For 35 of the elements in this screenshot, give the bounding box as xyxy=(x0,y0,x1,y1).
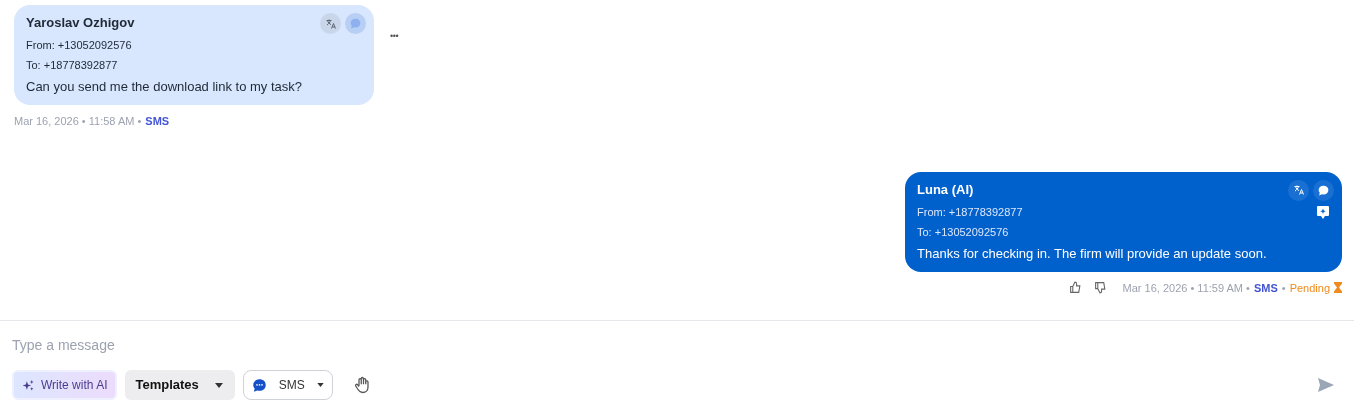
thumbs-up-icon[interactable] xyxy=(1068,281,1082,295)
caret-icon xyxy=(316,383,324,387)
chat-button[interactable] xyxy=(1313,179,1334,201)
message-input[interactable]: Type a message xyxy=(12,333,1342,357)
thumbs-down-icon[interactable] xyxy=(1093,281,1107,295)
chat-bubble-icon xyxy=(1317,183,1330,197)
sender-name: Yaroslav Ozhigov xyxy=(26,14,135,32)
chat-bubble-icon xyxy=(349,17,362,30)
status-label: Pending xyxy=(1289,280,1330,296)
timestamp: Mar 16, 2026 • 11:59 AM • xyxy=(1122,280,1250,296)
message-text: Can you send me the download link to my task? xyxy=(26,78,303,96)
from-number: From: +18778392877 xyxy=(917,204,1023,220)
translate-button[interactable] xyxy=(320,13,341,34)
sparkle-icon xyxy=(22,378,35,392)
hand-icon[interactable] xyxy=(352,375,371,395)
chat-bubble-icon xyxy=(251,377,267,393)
translate-icon xyxy=(1292,184,1305,196)
timestamp: Mar 16, 2026 • 11:58 AM • xyxy=(14,114,142,129)
message-text: Thanks for checking in. The firm will provide an update soon. xyxy=(917,244,1267,263)
channel-dropdown[interactable]: SMS xyxy=(242,370,333,400)
from-number: From: +13052092576 xyxy=(26,38,132,53)
hourglass-icon xyxy=(1334,282,1342,294)
translate-button[interactable] xyxy=(1288,179,1309,201)
caret-icon xyxy=(214,382,223,388)
templates-dropdown[interactable]: Templates xyxy=(125,370,235,400)
translate-icon xyxy=(324,17,337,30)
sparkle-note-icon[interactable] xyxy=(1316,204,1330,220)
more-button[interactable]: ••• xyxy=(390,30,399,44)
channel-label: SMS xyxy=(1253,280,1278,296)
separator: • xyxy=(1281,280,1286,296)
to-number: To: +13052092576 xyxy=(917,224,1009,240)
sender-name: Luna (AI) xyxy=(917,180,974,199)
write-with-ai-button[interactable]: Write with AI xyxy=(12,370,118,400)
channel-label: SMS xyxy=(145,114,170,129)
to-number: To: +18778392877 xyxy=(26,58,118,73)
